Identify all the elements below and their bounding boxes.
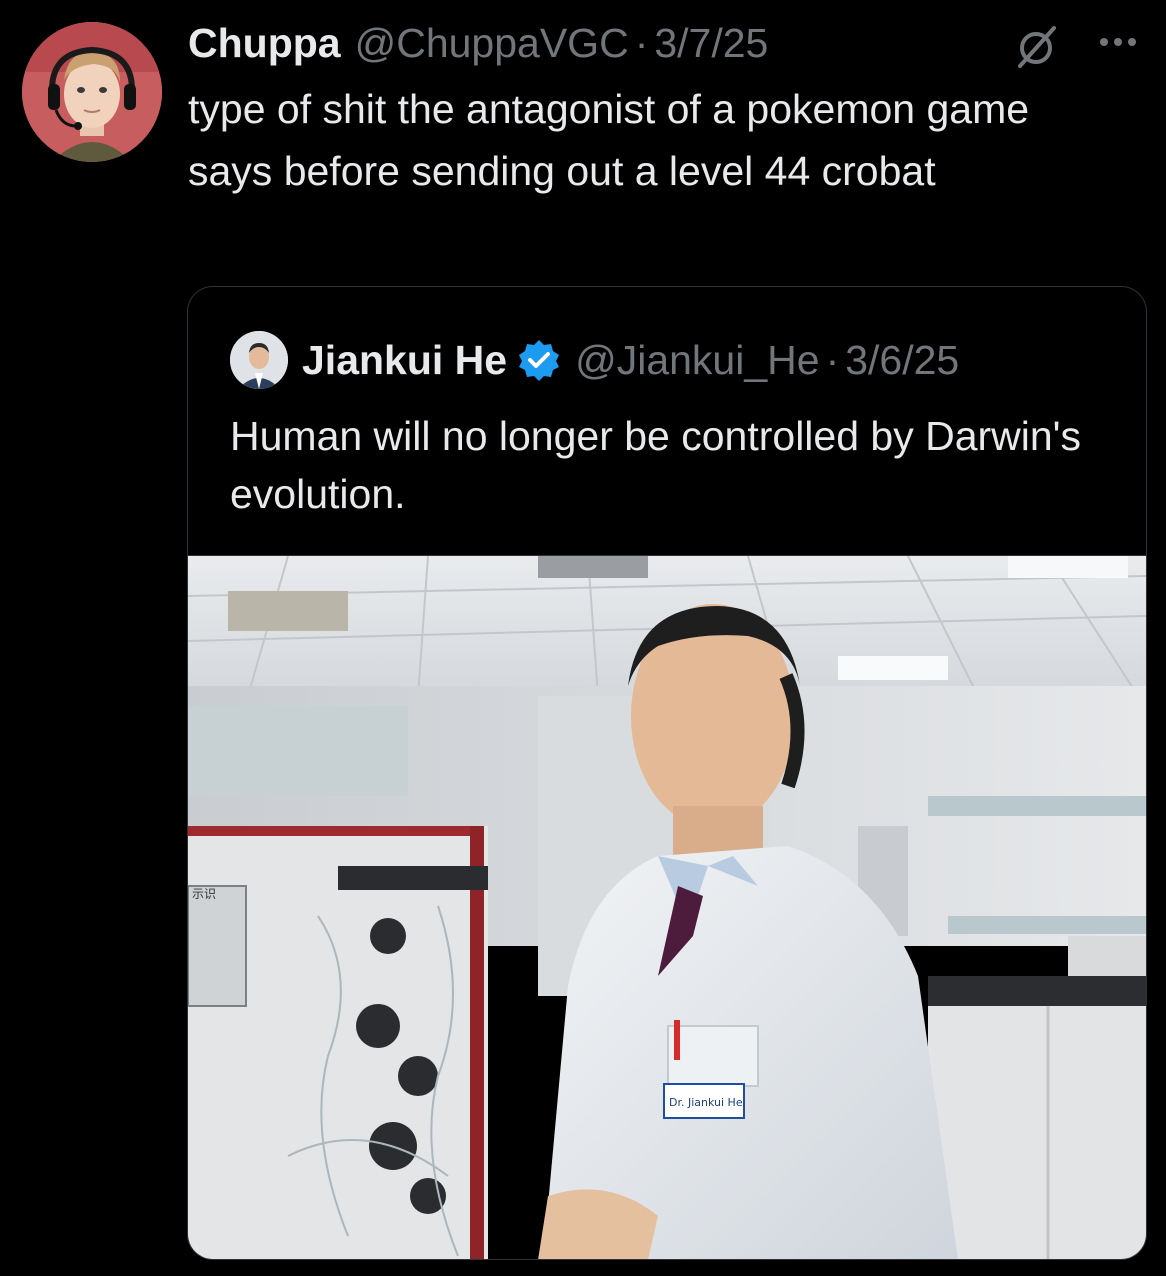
separator-dot: ·: [825, 336, 840, 383]
quote-photo[interactable]: 示识 Dr. Jiankui He: [188, 555, 1146, 1259]
sign-text: 示识: [192, 887, 216, 901]
author-name[interactable]: Chuppa: [188, 18, 341, 68]
grok-icon[interactable]: [1014, 24, 1060, 70]
quote-tweet-card[interactable]: Jiankui He @Jiankui_He · 3/6/25 Human wi…: [187, 286, 1147, 1260]
quote-author-handle[interactable]: @Jiankui_He: [575, 337, 819, 384]
more-options-icon[interactable]: [1094, 24, 1142, 64]
verified-badge-icon: [519, 340, 560, 381]
quote-date[interactable]: 3/6/25: [845, 337, 959, 384]
separator-dot: ·: [634, 20, 649, 66]
tweet-date[interactable]: 3/7/25: [654, 18, 768, 68]
quote-text: Human will no longer be controlled by Da…: [230, 413, 1082, 517]
quote-author-line: Jiankui He @Jiankui_He · 3/6/25: [230, 331, 959, 389]
author-avatar[interactable]: [22, 22, 162, 162]
author-handle[interactable]: @ChuppaVGC: [355, 18, 629, 68]
author-line: Chuppa @ChuppaVGC · 3/7/25: [188, 18, 768, 68]
quote-author-name[interactable]: Jiankui He: [302, 337, 507, 384]
tweet-text: type of shit the antagonist of a pokemon…: [188, 86, 1030, 194]
quote-author-avatar[interactable]: [230, 331, 288, 389]
name-tag-text: Dr. Jiankui He: [669, 1096, 743, 1109]
lab-photo-image: 示识 Dr. Jiankui He: [188, 556, 1146, 1259]
avatar-image: [22, 22, 162, 162]
